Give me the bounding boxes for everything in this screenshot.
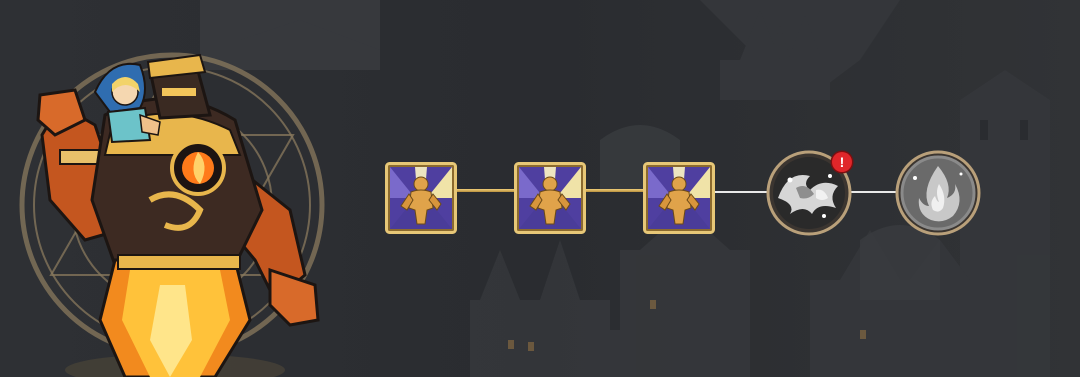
connector-line-unlocked <box>455 189 517 192</box>
connector-line-unlocked <box>584 189 646 192</box>
strength-figure-icon <box>514 162 586 234</box>
upgrade-node-3[interactable] <box>643 162 715 234</box>
strength-figure-icon <box>643 162 715 234</box>
upgrade-path-track: ! <box>0 0 1080 377</box>
flame-icon <box>895 150 981 236</box>
upgrade-node-2[interactable] <box>514 162 586 234</box>
hero-upgrade-scene: ! <box>0 0 1080 377</box>
upgrade-node-5[interactable] <box>895 150 981 236</box>
alert-badge: ! <box>832 152 852 172</box>
upgrade-node-1[interactable] <box>385 162 457 234</box>
connector-line-locked <box>713 191 771 193</box>
strength-figure-icon <box>385 162 457 234</box>
connector-line-locked <box>849 191 899 193</box>
